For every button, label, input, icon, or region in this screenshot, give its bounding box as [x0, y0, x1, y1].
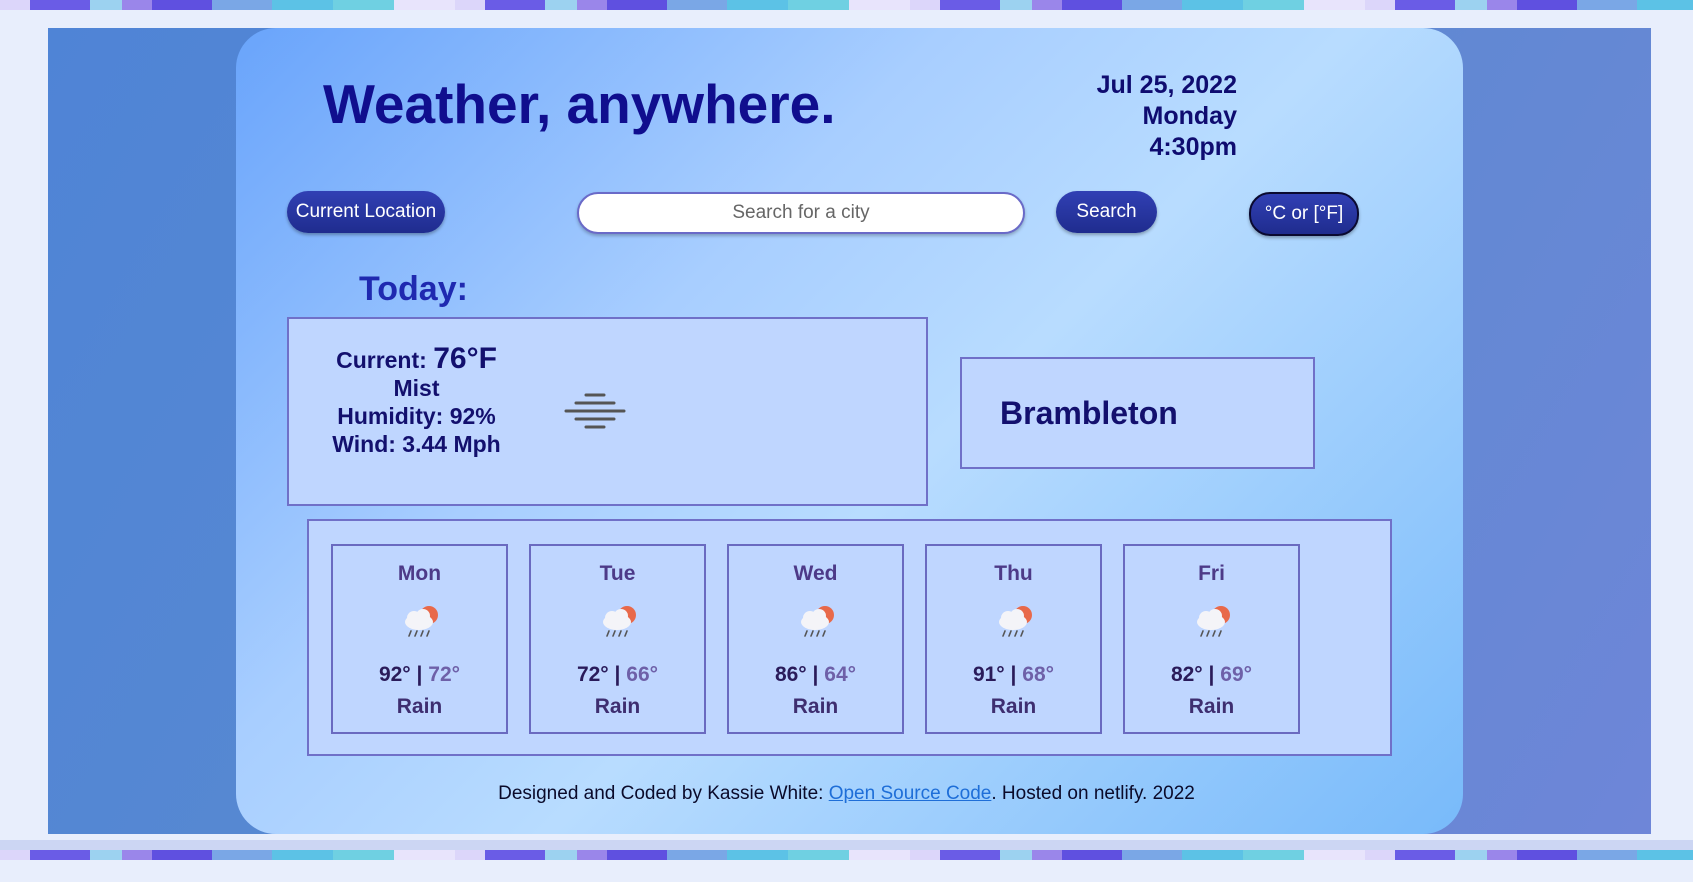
- forecast-day-card: Thu 91° | 68° Rain: [925, 544, 1102, 734]
- current-date: Jul 25, 2022: [1096, 71, 1237, 99]
- forecast-description: Rain: [594, 695, 641, 718]
- current-temperature-prefix: Current:: [336, 347, 427, 373]
- today-heading: Today:: [359, 270, 468, 308]
- current-weather-details: Current: 76°F Mist Humidity: 92% Wind: 3…: [319, 342, 514, 458]
- open-source-code-link[interactable]: Open Source Code: [829, 783, 992, 804]
- forecast-day-name: Wed: [793, 562, 838, 585]
- rain-sun-cloud-icon: [405, 606, 438, 637]
- search-button[interactable]: Search: [1056, 191, 1157, 233]
- forecast-temps: 91° | 68°: [972, 663, 1055, 686]
- forecast-high: 91°: [972, 663, 1005, 686]
- city-panel: Brambleton: [960, 357, 1315, 469]
- footer: Designed and Coded by Kassie White: Open…: [0, 783, 1693, 805]
- current-condition: Mist: [393, 375, 440, 401]
- date-time-display: Jul 25, 2022 Monday 4:30pm: [1097, 70, 1237, 163]
- forecast-day-name: Mon: [397, 562, 442, 585]
- forecast-description: Rain: [396, 695, 443, 718]
- current-temperature: 76°F: [433, 342, 497, 375]
- forecast-high: 86°: [774, 663, 807, 686]
- footer-credit: Designed and Coded by Kassie White:: [498, 783, 829, 804]
- current-temperature-line: Current: 76°F: [319, 342, 514, 375]
- forecast-day-card: Fri 82° | 69° Rain: [1123, 544, 1300, 734]
- forecast-day-card: Wed 86° | 64° Rain: [727, 544, 904, 734]
- decorative-top-stripe: [0, 0, 1693, 10]
- current-location-button[interactable]: Current Location: [287, 191, 445, 233]
- current-humidity: Humidity: 92%: [337, 403, 496, 429]
- current-weekday: Monday: [1142, 102, 1237, 130]
- footer-hosting: . Hosted on netlify. 2022: [991, 783, 1195, 804]
- rain-sun-cloud-icon: [801, 606, 834, 637]
- forecast-temps: 72° | 66°: [576, 663, 659, 686]
- forecast-day-card: Mon 92° | 72° Rain: [331, 544, 508, 734]
- forecast-low: 69°: [1220, 663, 1253, 686]
- forecast-day-name: Thu: [994, 562, 1033, 585]
- forecast-high: 72°: [576, 663, 609, 686]
- rain-sun-cloud-icon: [999, 606, 1032, 637]
- forecast-temps: 92° | 72°: [378, 663, 461, 686]
- current-time: 4:30pm: [1149, 133, 1237, 161]
- decorative-bottom-band: [0, 840, 1693, 850]
- forecast-panel: Mon 92° | 72° Rain Tue 72° | 66° Rain We…: [307, 519, 1392, 756]
- rain-sun-cloud-icon: [1197, 606, 1230, 637]
- decorative-bottom-stripe: [0, 850, 1693, 860]
- rain-sun-cloud-icon: [603, 606, 636, 637]
- forecast-temps: 82° | 69°: [1170, 663, 1253, 686]
- forecast-day-name: Fri: [1198, 562, 1225, 585]
- unit-toggle-button[interactable]: °C or [°F]: [1249, 192, 1359, 236]
- city-name: Brambleton: [1000, 395, 1178, 431]
- current-wind: Wind: 3.44 Mph: [332, 431, 501, 457]
- forecast-high: 82°: [1170, 663, 1203, 686]
- forecast-day-card: Tue 72° | 66° Rain: [529, 544, 706, 734]
- forecast-low: 64°: [824, 663, 857, 686]
- forecast-high: 92°: [378, 663, 411, 686]
- current-weather-panel: Current: 76°F Mist Humidity: 92% Wind: 3…: [287, 317, 928, 506]
- city-search-input[interactable]: [577, 192, 1025, 234]
- forecast-description: Rain: [792, 695, 839, 718]
- forecast-description: Rain: [1188, 695, 1235, 718]
- forecast-day-name: Tue: [599, 562, 636, 585]
- page-title: Weather, anywhere.: [323, 73, 836, 135]
- forecast-temps: 86° | 64°: [774, 663, 857, 686]
- forecast-description: Rain: [990, 695, 1037, 718]
- forecast-low: 66°: [626, 663, 659, 686]
- forecast-low: 72°: [428, 663, 461, 686]
- mist-icon: [564, 393, 626, 429]
- forecast-low: 68°: [1022, 663, 1055, 686]
